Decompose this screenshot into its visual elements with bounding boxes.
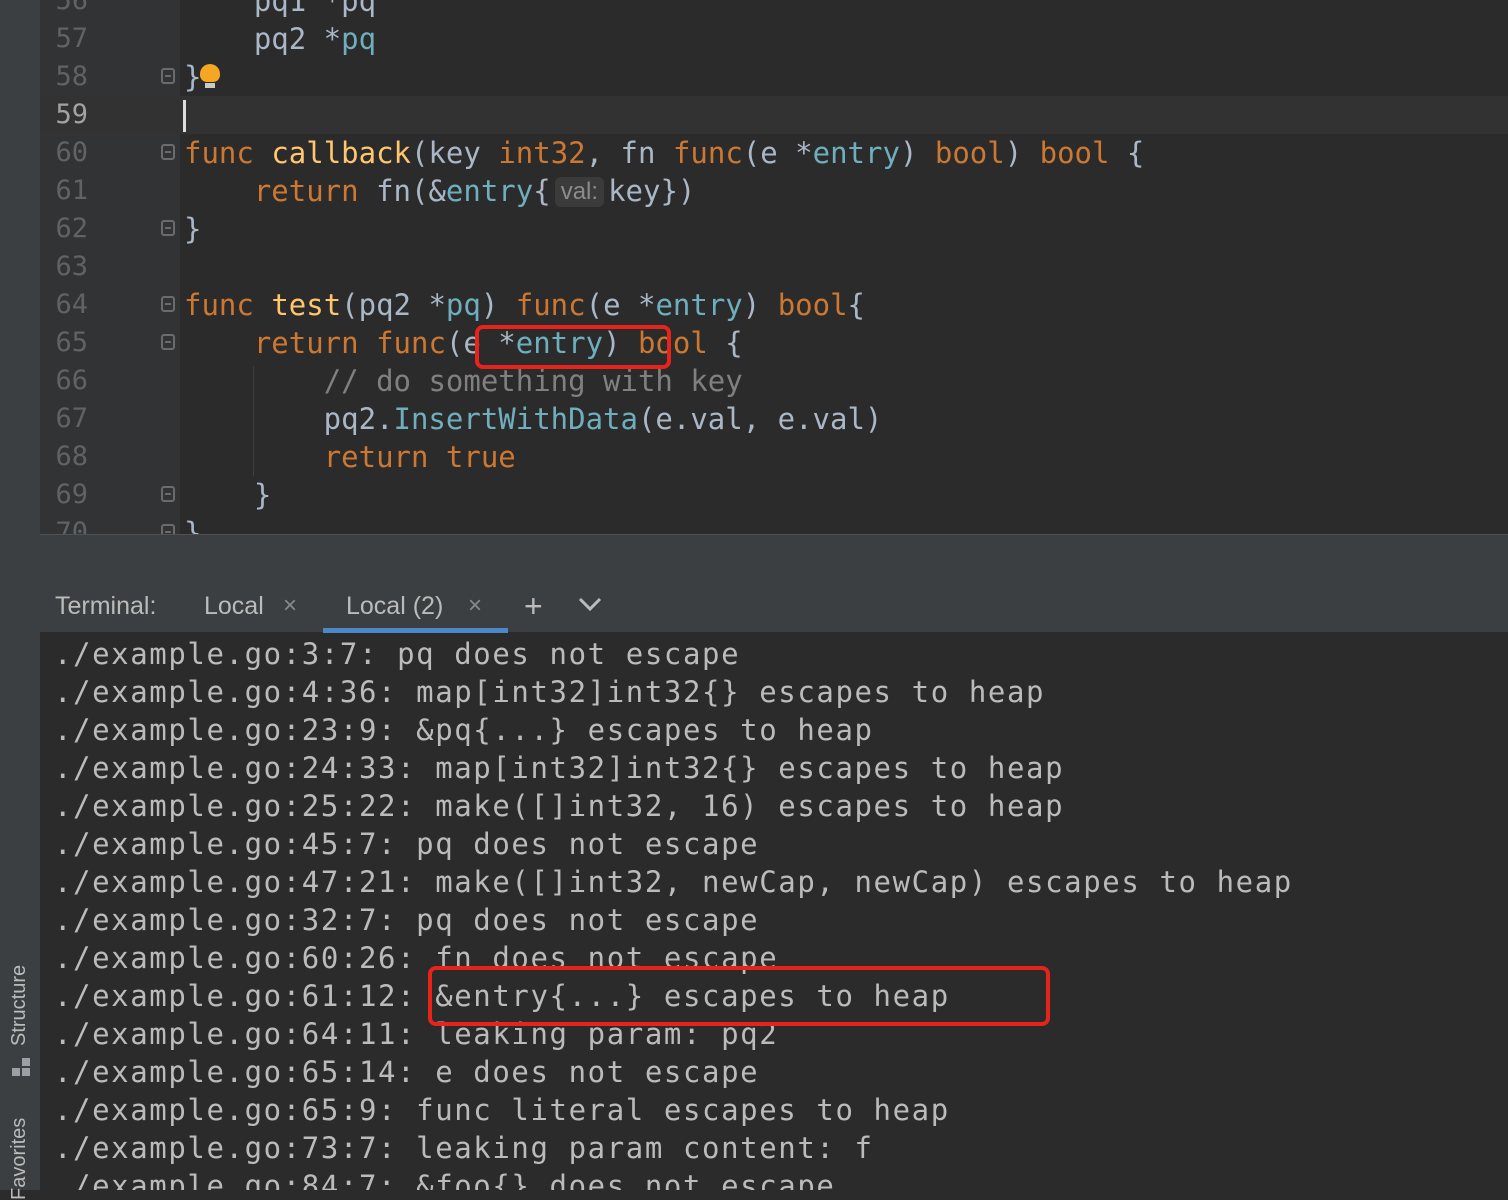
- code-line[interactable]: 70}: [40, 514, 1508, 534]
- new-terminal-button[interactable]: +: [524, 588, 543, 625]
- code-text: pq2.InsertWithData(e.val, e.val): [184, 402, 883, 436]
- close-icon[interactable]: ×: [283, 592, 297, 620]
- terminal-line: ./example.go:24:33: map[int32]int32{} es…: [54, 751, 1065, 785]
- code-line[interactable]: 60 func callback(key int32, fn func(e *en…: [40, 134, 1508, 172]
- fold-marker-icon[interactable]: [161, 68, 175, 84]
- fold-marker-icon[interactable]: [161, 220, 175, 236]
- fold-marker-icon[interactable]: [161, 334, 175, 350]
- code-text: func test(pq2 *pq) func(e *entry) bool{: [184, 288, 865, 322]
- code-text: return fn(&entry{val: key}): [253, 174, 696, 208]
- terminal-line: ./example.go:65:9: func literal escapes …: [54, 1093, 950, 1127]
- tool-window-strip: Structure Favorites: [0, 0, 40, 1200]
- line-number: 70: [55, 517, 88, 534]
- terminal-line: ./example.go:73:7: leaking param content…: [54, 1131, 874, 1165]
- line-number: 61: [55, 175, 88, 206]
- line-number: 58: [55, 61, 88, 92]
- code-text: }: [184, 60, 202, 94]
- code-line[interactable]: 63: [40, 248, 1508, 286]
- structure-icon[interactable]: [12, 1058, 32, 1078]
- line-number: 60: [55, 137, 88, 168]
- line-number: 69: [55, 479, 88, 510]
- terminal-line: ./example.go:65:14: e does not escape: [54, 1055, 760, 1089]
- code-line[interactable]: 68 return true: [40, 438, 1508, 476]
- terminal-line: ./example.go:4:36: map[int32]int32{} esc…: [54, 675, 1046, 709]
- code-line[interactable]: 67 pq2.InsertWithData(e.val, e.val): [40, 400, 1508, 438]
- lightbulb-icon[interactable]: [200, 64, 220, 90]
- line-number: 64: [55, 289, 88, 320]
- terminal-line: ./example.go:45:7: pq does not escape: [54, 827, 760, 861]
- terminal-line: ./example.go:25:22: make([]int32, 16) es…: [54, 789, 1065, 823]
- code-text: }: [184, 516, 202, 534]
- line-number: 63: [55, 251, 88, 282]
- highlight-box-escape-line: [428, 966, 1050, 1026]
- line-number: 66: [55, 365, 88, 396]
- line-number: 56: [55, 0, 88, 16]
- code-line[interactable]: 66 // do something with key: [40, 362, 1508, 400]
- line-number: 62: [55, 213, 88, 244]
- terminal-line: ./example.go:23:9: &pq{...} escapes to h…: [54, 713, 874, 747]
- terminal-line: ./example.go:3:7: pq does not escape: [54, 637, 741, 671]
- code-line[interactable]: 64 func test(pq2 *pq) func(e *entry) bool…: [40, 286, 1508, 324]
- tab-local[interactable]: Local ×: [204, 580, 324, 632]
- fold-marker-icon[interactable]: [161, 524, 175, 534]
- panel-splitter[interactable]: [40, 534, 1508, 581]
- line-number: 59: [55, 99, 88, 130]
- highlight-box-func-param: [475, 325, 671, 369]
- line-number: 68: [55, 441, 88, 472]
- fold-marker-icon[interactable]: [161, 144, 175, 160]
- code-line[interactable]: 69 }: [40, 476, 1508, 514]
- fold-marker-icon[interactable]: [161, 296, 175, 312]
- terminal-tab-bar: Terminal: Local × Local (2) × +: [40, 580, 1508, 633]
- code-line[interactable]: 62}: [40, 210, 1508, 248]
- code-text: pq2 *pq: [184, 22, 377, 56]
- code-text: }: [184, 478, 272, 512]
- code-line[interactable]: 65 return func(e *entry) bool {: [40, 324, 1508, 362]
- terminal-line: ./example.go:47:21: make([]int32, newCap…: [54, 865, 1293, 899]
- tab-label: Local: [204, 592, 264, 620]
- code-text: }: [184, 212, 202, 246]
- indent-guide: [253, 366, 254, 476]
- chevron-down-icon[interactable]: [578, 596, 602, 616]
- code-text: return true: [323, 440, 516, 474]
- code-line[interactable]: 56 pq1 *pq: [40, 0, 1508, 20]
- favorites-tool-button[interactable]: Favorites: [8, 1118, 31, 1200]
- terminal-title: Terminal:: [55, 592, 157, 620]
- terminal-line: ./example.go:32:7: pq does not escape: [54, 903, 760, 937]
- code-line[interactable]: 58}: [40, 58, 1508, 96]
- terminal-output[interactable]: ./example.go:3:7: pq does not escape ./ex…: [40, 633, 1508, 1190]
- terminal-line: ./example.go:84:7: &foo{} does not escap…: [54, 1169, 836, 1190]
- code-text: func callback(key int32, fn func(e *entr…: [184, 136, 1145, 170]
- close-icon[interactable]: ×: [468, 592, 482, 620]
- code-line[interactable]: 61 return fn(&entry{val: key}): [40, 172, 1508, 210]
- tab-label: Local (2): [346, 592, 444, 620]
- fold-marker-icon[interactable]: [161, 486, 175, 502]
- code-text: pq1 *pq: [253, 0, 377, 18]
- line-number: 57: [55, 23, 88, 54]
- text-caret: [183, 100, 186, 132]
- code-line[interactable]: 57 pq2 *pq: [40, 20, 1508, 58]
- structure-tool-button[interactable]: Structure: [8, 965, 31, 1046]
- line-number: 67: [55, 403, 88, 434]
- line-number: 65: [55, 327, 88, 358]
- tab-local-2[interactable]: Local (2) ×: [323, 580, 508, 633]
- code-line[interactable]: 59: [40, 96, 1508, 134]
- code-editor[interactable]: 56 pq1 *pq 57 pq2 *pq 58} 59 60 func callback…: [40, 0, 1508, 534]
